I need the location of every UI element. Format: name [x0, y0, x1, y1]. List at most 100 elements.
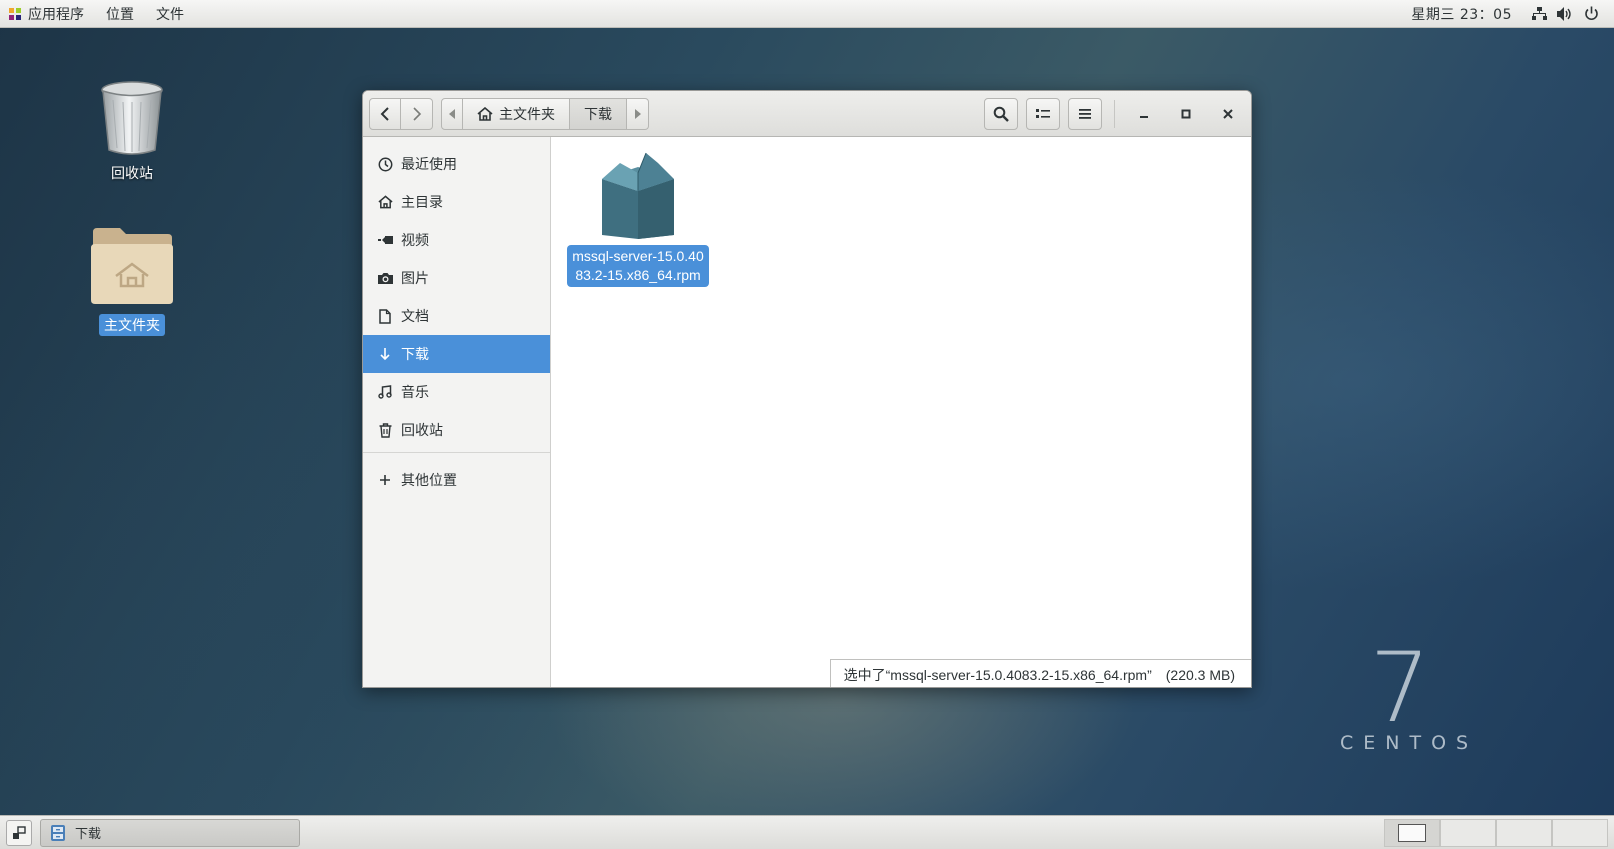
- sidebar-separator: [363, 452, 550, 453]
- places-sidebar: 最近使用 主目录 视频 图片 文档 下载 音乐 回收站 其他位置: [363, 137, 551, 687]
- sidebar-item-label: 最近使用: [401, 157, 457, 173]
- close-icon: [1223, 108, 1233, 119]
- sidebar-item-label: 图片: [401, 271, 429, 287]
- trash-icon: [377, 422, 393, 438]
- workspace-4[interactable]: [1552, 818, 1608, 847]
- minimize-button[interactable]: [1127, 98, 1161, 130]
- sidebar-item-trash[interactable]: 回收站: [363, 411, 550, 449]
- workspace-3[interactable]: [1496, 818, 1552, 847]
- list-view-icon: [1036, 108, 1050, 118]
- applications-menu-label: 应用程序: [28, 6, 84, 23]
- workspace-switcher: [1384, 818, 1608, 847]
- sidebar-item-home[interactable]: 主目录: [363, 183, 550, 221]
- sidebar-item-label: 回收站: [401, 423, 443, 439]
- sidebar-item-videos[interactable]: 视频: [363, 221, 550, 259]
- history-buttons: [369, 97, 433, 130]
- file-item[interactable]: mssql-server-15.0.4083.2-15.x86_64.rpm: [567, 149, 709, 287]
- path-bar: 主文件夹 下载: [441, 97, 649, 130]
- triangle-right-icon: [634, 108, 641, 119]
- show-desktop-button[interactable]: [6, 819, 32, 846]
- brand-number: 7: [1369, 632, 1431, 744]
- sidebar-item-label: 音乐: [401, 385, 429, 401]
- clock[interactable]: 星期三 23：05: [1411, 4, 1526, 24]
- file-view[interactable]: mssql-server-15.0.4083.2-15.x86_64.rpm 选…: [551, 137, 1251, 687]
- workspace-1[interactable]: [1384, 818, 1440, 847]
- applications-menu[interactable]: 应用程序: [0, 0, 95, 28]
- triangle-left-icon: [449, 108, 455, 119]
- header-separator: [1114, 99, 1115, 128]
- top-panel: 应用程序 位置 文件 星期三 23：05: [0, 0, 1614, 28]
- sidebar-item-label: 视频: [401, 233, 429, 249]
- maximize-button[interactable]: [1169, 98, 1203, 130]
- power-icon[interactable]: [1578, 0, 1604, 28]
- header-bar: 主文件夹 下载: [363, 91, 1251, 137]
- header-actions: [984, 97, 1245, 130]
- file-manager-window: 主文件夹 下载 最近使用 主目录 视频 图片 文档 下载 音乐 回收站 其他位置…: [362, 90, 1252, 688]
- sidebar-item-other-locations[interactable]: 其他位置: [363, 461, 550, 499]
- home-icon: [377, 194, 393, 210]
- places-menu-label: 位置: [106, 6, 134, 23]
- sidebar-item-label: 主目录: [401, 195, 443, 211]
- file-name: mssql-server-15.0.4083.2-15.x86_64.rpm: [567, 245, 709, 287]
- desktop-home-folder[interactable]: 主文件夹: [77, 224, 187, 336]
- search-icon: [993, 106, 1009, 122]
- centos-logo-icon: [9, 7, 21, 20]
- centos-branding: 7 CENTOS: [1330, 640, 1470, 754]
- desktop-trash-label: 回收站: [111, 166, 153, 182]
- search-button[interactable]: [984, 97, 1018, 130]
- view-toggle-button[interactable]: [1026, 97, 1060, 130]
- video-icon: [377, 232, 393, 248]
- path-scroll-left-button[interactable]: [441, 97, 463, 130]
- menu-button[interactable]: [1068, 97, 1102, 130]
- path-scroll-right-button[interactable]: [627, 97, 649, 130]
- sidebar-item-music[interactable]: 音乐: [363, 373, 550, 411]
- home-folder-icon: [91, 228, 173, 304]
- bottom-panel: 下载: [0, 815, 1614, 849]
- path-current-label: 下载: [584, 106, 612, 123]
- sidebar-item-pictures[interactable]: 图片: [363, 259, 550, 297]
- back-button[interactable]: [369, 97, 401, 130]
- top-panel-right: 星期三 23：05: [1411, 0, 1614, 28]
- brand-name: CENTOS: [1340, 732, 1479, 754]
- file-cabinet-icon: [51, 824, 65, 841]
- hamburger-icon: [1079, 108, 1091, 119]
- workspace-preview: [1398, 823, 1426, 842]
- music-icon: [377, 384, 393, 400]
- chevron-right-icon: [412, 106, 421, 121]
- sidebar-item-label: 其他位置: [401, 473, 457, 489]
- maximize-icon: [1181, 109, 1191, 118]
- sidebar-item-downloads[interactable]: 下载: [363, 335, 550, 373]
- clock-icon: [377, 156, 393, 172]
- files-menu[interactable]: 文件: [145, 0, 195, 28]
- sidebar-item-label: 文档: [401, 309, 429, 325]
- desktop-home-label: 主文件夹: [99, 314, 165, 336]
- sidebar-item-documents[interactable]: 文档: [363, 297, 550, 335]
- places-menu[interactable]: 位置: [95, 0, 145, 28]
- path-home-label: 主文件夹: [499, 106, 555, 123]
- top-menu: 应用程序 位置 文件: [0, 0, 195, 28]
- path-current-button[interactable]: 下载: [570, 97, 627, 130]
- forward-button[interactable]: [401, 97, 433, 130]
- plus-icon: [377, 472, 393, 488]
- taskbar-item-label: 下载: [75, 827, 102, 842]
- document-icon: [377, 308, 393, 324]
- files-menu-label: 文件: [156, 6, 184, 23]
- package-icon: [602, 152, 674, 239]
- desktop-trash[interactable]: 回收站: [77, 80, 187, 184]
- path-home-button[interactable]: 主文件夹: [463, 97, 570, 130]
- download-icon: [377, 346, 393, 362]
- workspace-2[interactable]: [1440, 818, 1496, 847]
- camera-icon: [377, 270, 393, 286]
- status-size: (220.3 MB): [1165, 666, 1235, 683]
- taskbar-item-downloads[interactable]: 下载: [40, 818, 300, 847]
- trash-icon: [101, 81, 163, 155]
- chevron-left-icon: [380, 106, 389, 121]
- sidebar-item-recent[interactable]: 最近使用: [363, 145, 550, 183]
- volume-icon[interactable]: [1552, 0, 1578, 28]
- close-button[interactable]: [1211, 98, 1245, 130]
- network-icon[interactable]: [1526, 0, 1552, 28]
- home-icon: [477, 106, 493, 121]
- sidebar-item-label: 下载: [401, 347, 429, 363]
- show-desktop-icon: [13, 825, 26, 839]
- minimize-icon: [1140, 115, 1148, 118]
